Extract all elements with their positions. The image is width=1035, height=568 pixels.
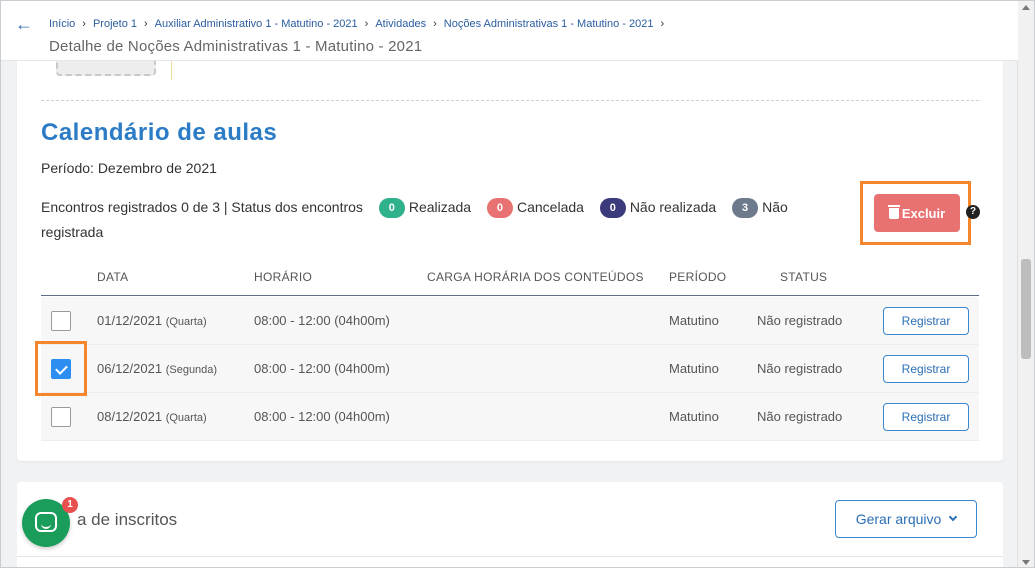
page-title: Detalhe de Noções Administrativas 1 - Ma… — [49, 38, 423, 55]
checkbox-highlight — [35, 341, 87, 396]
scroll-down-icon[interactable] — [1022, 560, 1030, 565]
divider — [41, 100, 979, 101]
app-frame: ← Início › Projeto 1 › Auxiliar Administ… — [0, 0, 1035, 568]
gerar-arquivo-label: Gerar arquivo — [855, 511, 942, 527]
registrar-button[interactable]: Registrar — [883, 355, 969, 383]
col-status: STATUS — [780, 270, 828, 284]
calendar-title: Calendário de aulas — [41, 119, 278, 146]
row-date: 01/12/2021 (Quarta) — [97, 313, 207, 328]
period-label: Período: Dezembro de 2021 — [41, 160, 217, 176]
encounters-summary: Encontros registrados 0 de 3 | Status do… — [41, 195, 841, 245]
table-header: DATA HORÁRIO CARGA HORÁRIA DOS CONTEÚDOS… — [41, 260, 979, 296]
status-label-cancelada: Cancelada — [516, 199, 584, 215]
notification-badge: 1 — [62, 497, 78, 513]
status-badge-nao-realizada: 0 — [599, 198, 626, 218]
gerar-arquivo-button[interactable]: Gerar arquivo — [835, 500, 977, 538]
row-status: Não registrado — [757, 409, 843, 424]
inscritos-title: a de inscritos — [77, 510, 178, 529]
breadcrumb: Início › Projeto 1 › Auxiliar Administra… — [49, 18, 671, 30]
scroll-thumb[interactable] — [1021, 259, 1031, 359]
excluir-label: Excluir — [901, 205, 946, 221]
divider — [17, 556, 1003, 557]
status-label-realizada: Realizada — [408, 199, 472, 215]
inscritos-card: a de inscritos Gerar arquivo — [17, 482, 1003, 567]
col-data: DATA — [97, 270, 129, 284]
col-horario: HORÁRIO — [254, 270, 313, 284]
trash-icon — [887, 204, 900, 219]
chat-launcher[interactable]: 1 — [22, 497, 78, 547]
help-icon[interactable]: ? — [966, 205, 980, 219]
row-date: 06/12/2021 (Segunda) — [97, 361, 218, 376]
breadcrumb-projeto[interactable]: Projeto 1 — [93, 18, 137, 30]
status-badge-cancelada: 0 — [486, 198, 513, 218]
calendar-card: Calendário de aulas Período: Dezembro de… — [17, 31, 1003, 461]
chevron-right-icon: › — [82, 18, 86, 30]
registrar-button[interactable]: Registrar — [883, 403, 969, 431]
row-time: 08:00 - 12:00 (04h00m) — [254, 313, 390, 328]
status-label-nao-realizada: Não realizada — [629, 199, 717, 215]
chevron-right-icon: › — [660, 18, 665, 30]
row-date: 08/12/2021 (Quarta) — [97, 409, 207, 424]
row-checkbox[interactable] — [51, 311, 71, 331]
row-status: Não registrado — [757, 361, 843, 376]
row-time: 08:00 - 12:00 (04h00m) — [254, 409, 390, 424]
encounters-count-text: Encontros registrados 0 de 3 | Status do… — [41, 199, 363, 215]
col-periodo: PERÍODO — [669, 270, 727, 284]
scrollbar[interactable] — [1017, 1, 1034, 567]
excluir-button[interactable]: Excluir — [874, 194, 960, 232]
breadcrumb-turma[interactable]: Auxiliar Administrativo 1 - Matutino - 2… — [155, 18, 358, 30]
chevron-right-icon: › — [433, 18, 437, 30]
chat-icon — [35, 512, 57, 532]
table-row: 08/12/2021 (Quarta) 08:00 - 12:00 (04h00… — [41, 393, 979, 441]
scroll-up-icon[interactable] — [1022, 5, 1030, 10]
row-periodo: Matutino — [669, 313, 719, 328]
row-status: Não registrado — [757, 313, 843, 328]
status-badge-nao-registrada: 3 — [732, 198, 759, 218]
table-row: 01/12/2021 (Quarta) 08:00 - 12:00 (04h00… — [41, 297, 979, 345]
row-periodo: Matutino — [669, 409, 719, 424]
breadcrumb-atividades[interactable]: Atividades — [375, 18, 426, 30]
row-periodo: Matutino — [669, 361, 719, 376]
col-carga: CARGA HORÁRIA DOS CONTEÚDOS — [427, 270, 644, 284]
chevron-right-icon: › — [144, 18, 148, 30]
chevron-down-icon — [949, 512, 958, 522]
table-row: 06/12/2021 (Segunda) 08:00 - 12:00 (04h0… — [41, 345, 979, 393]
status-badge-realizada: 0 — [378, 198, 405, 218]
back-arrow-icon[interactable]: ← — [13, 13, 35, 35]
row-time: 08:00 - 12:00 (04h00m) — [254, 361, 390, 376]
breadcrumb-inicio[interactable]: Início — [49, 18, 75, 30]
registrar-button[interactable]: Registrar — [883, 307, 969, 335]
row-checkbox[interactable] — [51, 407, 71, 427]
breadcrumb-atividade[interactable]: Noções Administrativas 1 - Matutino - 20… — [444, 18, 654, 30]
page-header: ← Início › Projeto 1 › Auxiliar Administ… — [1, 1, 1018, 61]
chevron-right-icon: › — [364, 18, 369, 30]
